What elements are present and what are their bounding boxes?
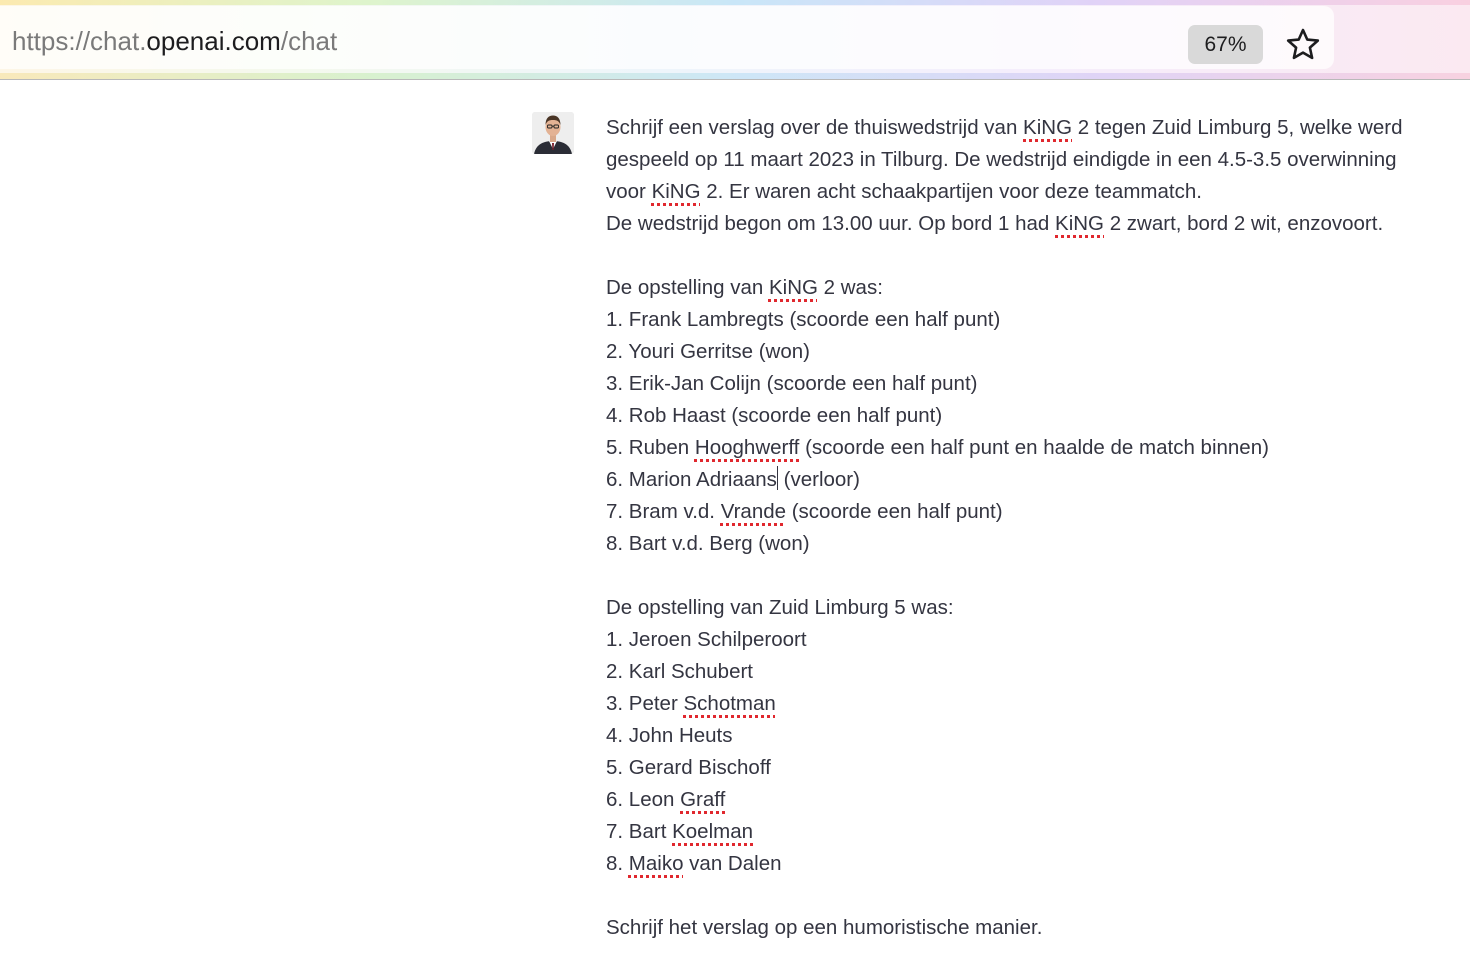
zl-player-1: 1. Jeroen Schilperoort — [606, 628, 807, 651]
misspelled-word[interactable]: Koelman — [672, 820, 753, 843]
king-player-6: 6. Marion Adriaans (verloor) — [606, 466, 860, 491]
zoom-level-button[interactable]: 67% — [1188, 25, 1263, 64]
zl-player-2: 2. Karl Schubert — [606, 660, 753, 683]
king-player-2: 2. Youri Gerritse (won) — [606, 340, 810, 363]
url-text[interactable]: https://chat.openai.com/chat — [12, 26, 337, 56]
user-message: Schrijf een verslag over de thuiswedstri… — [606, 112, 1462, 944]
misspelled-word[interactable]: KiNG — [1055, 212, 1104, 235]
misspelled-word[interactable]: Maiko — [629, 852, 684, 875]
browser-toolbar: https://chat.openai.com/chat 67% — [0, 0, 1470, 80]
url-host: openai.com — [146, 26, 281, 56]
misspelled-word[interactable]: Graff — [680, 788, 725, 811]
url-subdomain: chat. — [90, 26, 147, 56]
star-outline-icon[interactable] — [1284, 26, 1322, 64]
zl-player-8: 8. Maiko van Dalen — [606, 852, 782, 875]
king-player-4: 4. Rob Haast (scoorde een half punt) — [606, 404, 943, 427]
misspelled-word[interactable]: KiNG — [1023, 116, 1072, 139]
misspelled-word[interactable]: Vrande — [721, 500, 786, 523]
closing-instruction: Schrijf het verslag op een humoristische… — [606, 916, 1043, 939]
king-player-5: 5. Ruben Hooghwerff (scoorde een half pu… — [606, 436, 1269, 459]
zl-lineup-heading: De opstelling van Zuid Limburg 5 was: — [606, 596, 954, 619]
address-bar[interactable]: https://chat.openai.com/chat 67% — [0, 6, 1334, 69]
misspelled-word[interactable]: Schotman — [684, 692, 776, 715]
king-player-1: 1. Frank Lambregts (scoorde een half pun… — [606, 308, 1001, 331]
message-line: Schrijf een verslag over de thuiswedstri… — [606, 116, 1403, 139]
zl-player-7: 7. Bart Koelman — [606, 820, 754, 843]
misspelled-word[interactable]: Hooghwerff — [695, 436, 799, 459]
king-lineup-heading: De opstelling van KiNG 2 was: — [606, 276, 883, 299]
king-player-3: 3. Erik-Jan Colijn (scoorde een half pun… — [606, 372, 978, 395]
message-line: gespeeld op 11 maart 2023 in Tilburg. De… — [606, 148, 1397, 171]
king-player-7: 7. Bram v.d. Vrande (scoorde een half pu… — [606, 500, 1003, 523]
misspelled-word[interactable]: KiNG — [652, 180, 701, 203]
zl-player-3: 3. Peter Schotman — [606, 692, 776, 715]
zl-player-5: 5. Gerard Bischoff — [606, 756, 771, 779]
url-scheme: https:// — [12, 26, 91, 56]
message-line: De wedstrijd begon om 13.00 uur. Op bord… — [606, 212, 1384, 235]
zl-player-6: 6. Leon Graff — [606, 788, 726, 811]
misspelled-word[interactable]: KiNG — [769, 276, 818, 299]
king-player-8: 8. Bart v.d. Berg (won) — [606, 532, 810, 555]
zl-player-4: 4. John Heuts — [606, 724, 733, 747]
url-path: /chat — [280, 26, 338, 56]
message-line: voor KiNG 2. Er waren acht schaakpartije… — [606, 180, 1202, 203]
user-avatar — [532, 112, 574, 154]
